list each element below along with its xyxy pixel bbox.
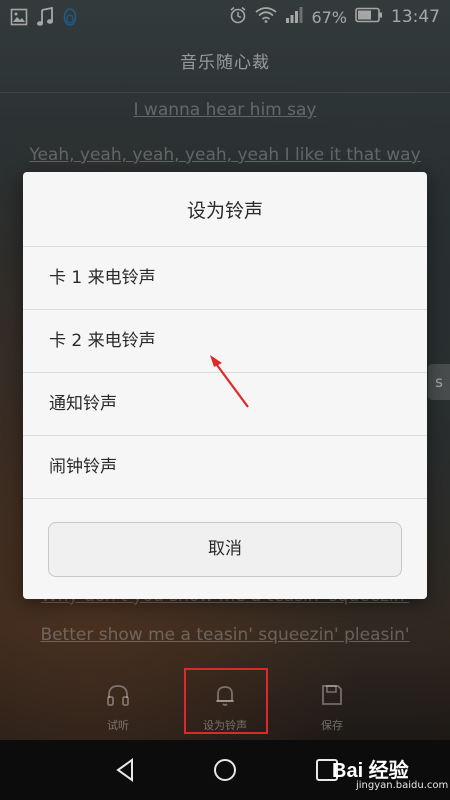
dialog-divider — [23, 498, 427, 499]
baidu-jingyan-watermark: Bai 经验 jingyan.baidu.com — [320, 750, 448, 798]
tab-label: 保存 — [321, 719, 343, 732]
option-sim1-ringtone[interactable]: 卡 1 来电铃声 — [23, 246, 427, 308]
save-icon — [322, 685, 342, 705]
cancel-button[interactable]: 取消 — [48, 522, 402, 577]
tab-label: 试听 — [107, 719, 129, 732]
option-alarm-ringtone[interactable]: 闹钟铃声 — [23, 435, 427, 497]
dialog-title: 设为铃声 — [186, 200, 263, 222]
back-icon[interactable] — [112, 756, 140, 784]
watermark-sub: jingyan.baidu.com — [356, 780, 449, 791]
tab-save[interactable]: 保存 — [272, 665, 392, 740]
watermark-main: Bai 经验 — [332, 760, 409, 782]
annotation-highlight-box — [184, 668, 268, 734]
home-icon[interactable] — [211, 756, 239, 784]
annotation-arrow-icon — [210, 355, 249, 408]
headphones-icon — [107, 685, 129, 706]
tab-preview[interactable]: 试听 — [58, 665, 178, 740]
